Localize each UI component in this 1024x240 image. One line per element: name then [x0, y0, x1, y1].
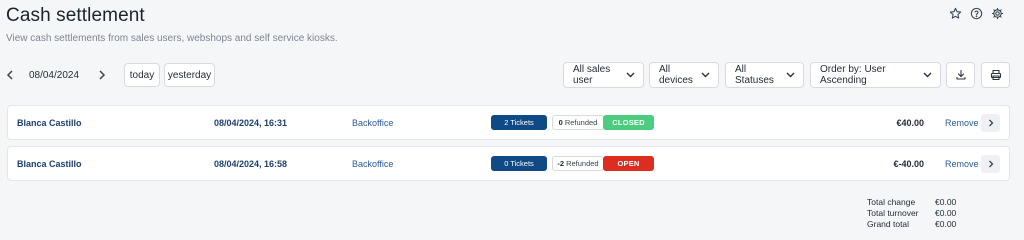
- devices-filter-label: All devices: [659, 64, 693, 86]
- sales-user-name[interactable]: Blanca Castillo: [17, 106, 82, 139]
- chevron-down-icon: [923, 72, 932, 78]
- remove-link[interactable]: Remove: [945, 106, 979, 139]
- refunded-badge: -2 Refunded: [552, 156, 604, 171]
- total-change-value: €0.00: [935, 197, 957, 207]
- table-row[interactable]: Blanca Castillo 08/04/2024, 16:31 Backof…: [7, 105, 1010, 140]
- help-icon[interactable]: [969, 6, 983, 20]
- chevron-down-icon: [626, 72, 635, 78]
- status-badge: CLOSED: [603, 115, 654, 130]
- grand-total-row: Grand total €0.00: [867, 219, 975, 230]
- current-date[interactable]: 08/04/2024: [20, 70, 88, 81]
- gear-icon[interactable]: [990, 6, 1004, 20]
- download-icon: [955, 69, 966, 80]
- sales-user-filter[interactable]: All sales user: [563, 62, 644, 88]
- refunded-label: Refunded: [566, 159, 599, 168]
- refunded-label: Refunded: [564, 118, 598, 127]
- settlement-source: Backoffice: [352, 117, 394, 128]
- statuses-filter[interactable]: All Statuses: [725, 62, 804, 88]
- sales-user-filter-label: All sales user: [573, 64, 611, 86]
- total-turnover-label: Total turnover: [867, 208, 919, 218]
- expand-row-button[interactable]: [981, 155, 1000, 173]
- today-button[interactable]: today: [124, 63, 160, 87]
- grand-total-value: €0.00: [935, 219, 957, 229]
- settlement-amount: €-40.00: [893, 158, 924, 169]
- tickets-badge: 2 Tickets: [491, 115, 547, 130]
- chevron-right-icon: [988, 119, 993, 127]
- chevron-down-icon: [786, 72, 795, 78]
- devices-filter[interactable]: All devices: [649, 62, 719, 88]
- chevron-left-icon: [6, 70, 13, 80]
- table-row[interactable]: Blanca Castillo 08/04/2024, 16:58 Backof…: [7, 146, 1010, 181]
- print-icon: [990, 69, 1001, 81]
- previous-day-button[interactable]: [2, 63, 18, 87]
- total-change-row: Total change €0.00: [867, 197, 975, 208]
- remove-link[interactable]: Remove: [945, 147, 979, 180]
- order-by-select[interactable]: Order by: User Ascending: [810, 62, 941, 88]
- download-button[interactable]: [946, 62, 975, 88]
- total-turnover-value: €0.00: [935, 208, 957, 218]
- sales-user-name[interactable]: Blanca Castillo: [17, 147, 82, 180]
- settlement-source: Backoffice: [352, 158, 394, 169]
- totals-summary: Total change €0.00 Total turnover €0.00 …: [867, 197, 975, 230]
- page-subtitle: View cash settlements from sales users, …: [6, 33, 338, 44]
- settlement-amount: €40.00: [896, 117, 924, 128]
- print-button[interactable]: [981, 62, 1010, 88]
- expand-row-button[interactable]: [981, 114, 1000, 132]
- page-title: Cash settlement: [6, 5, 145, 26]
- settlement-datetime: 08/04/2024, 16:58: [214, 158, 288, 169]
- total-turnover-row: Total turnover €0.00: [867, 208, 975, 219]
- refunded-count: -2: [557, 159, 565, 168]
- statuses-filter-label: All Statuses: [735, 64, 774, 86]
- star-icon[interactable]: [948, 6, 962, 20]
- yesterday-button[interactable]: yesterday: [164, 63, 215, 87]
- chevron-right-icon: [988, 160, 993, 168]
- tickets-badge: 0 Tickets: [491, 156, 547, 171]
- refunded-count: 0: [558, 118, 563, 127]
- order-by-label: Order by: User Ascending: [820, 64, 886, 86]
- chevron-down-icon: [701, 72, 710, 78]
- refunded-badge: 0 Refunded: [552, 115, 604, 130]
- date-navigator: 08/04/2024: [0, 63, 110, 87]
- chevron-right-icon: [99, 70, 106, 80]
- top-icons: [948, 6, 1004, 20]
- status-badge: OPEN: [603, 156, 654, 171]
- total-change-label: Total change: [867, 197, 916, 207]
- next-day-button[interactable]: [94, 63, 110, 87]
- grand-total-label: Grand total: [867, 219, 910, 229]
- settlement-datetime: 08/04/2024, 16:31: [214, 117, 288, 128]
